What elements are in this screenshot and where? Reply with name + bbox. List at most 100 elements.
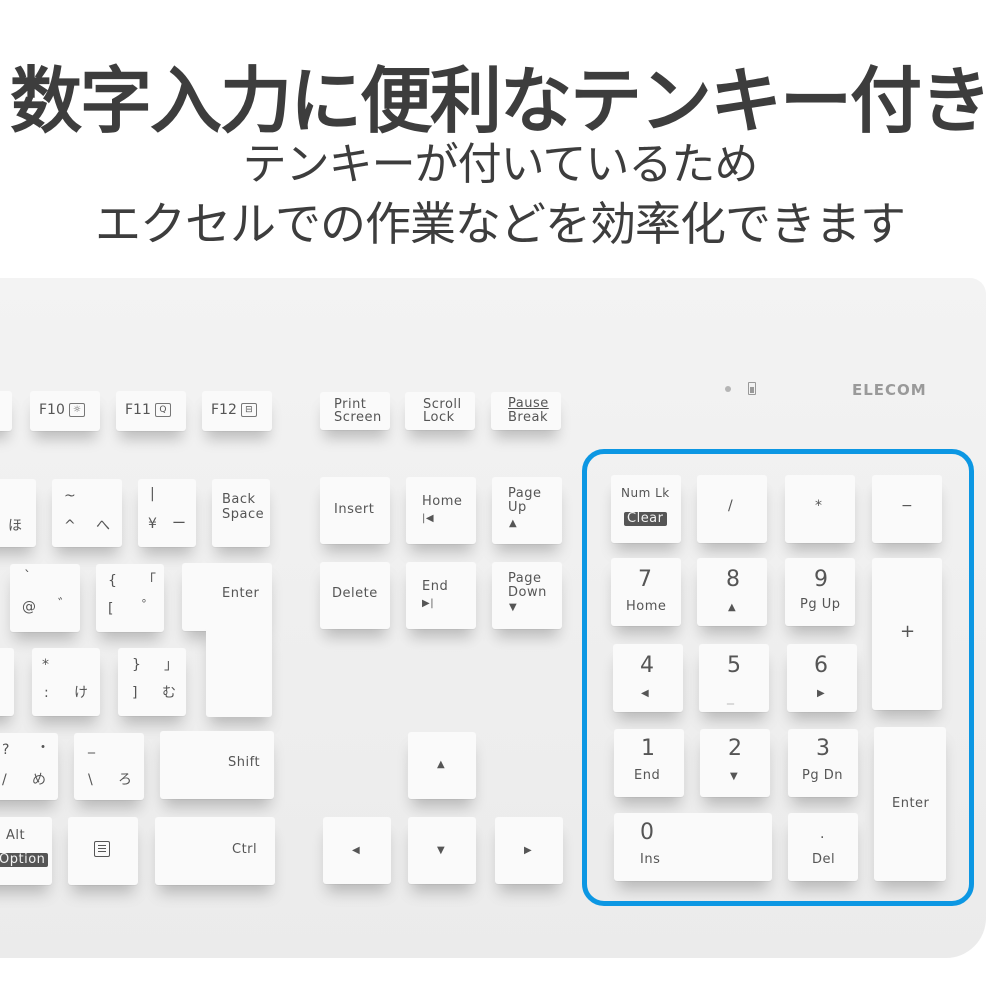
key-label: }: [132, 657, 141, 673]
key-multiply[interactable]: *: [785, 475, 855, 543]
key-digit: 4: [640, 653, 654, 678]
key-numlock[interactable]: Num Lk Clear: [611, 475, 681, 543]
key-label: F12: [211, 402, 237, 418]
key-label: ー: [172, 516, 186, 532]
key-at[interactable]: ` @ ゛: [10, 564, 80, 632]
key-bracket[interactable]: { 「 [ ゜: [96, 564, 164, 632]
key-backslash[interactable]: _ \ ろ: [74, 733, 144, 800]
key-label: ろ: [118, 772, 132, 788]
key-page-up[interactable]: Page Up ▲: [492, 477, 562, 544]
key-enter-main-lower[interactable]: [206, 625, 272, 717]
key-num-6[interactable]: 6 ▶: [787, 644, 857, 712]
key-rbracket[interactable]: } 」 ] む: [118, 648, 186, 716]
key-arrow-left[interactable]: ◀: [323, 817, 391, 884]
key-digit: .: [820, 826, 825, 842]
key-scroll-lock[interactable]: Scroll Lock: [405, 392, 475, 430]
key-label: Up: [508, 500, 527, 515]
key-minus[interactable]: −: [872, 475, 942, 543]
search-icon: Q: [154, 403, 171, 417]
key-num-2[interactable]: 2 ▼: [700, 729, 770, 797]
key-colon[interactable]: * : け: [32, 648, 100, 716]
key-label: け: [74, 685, 88, 701]
brightness-icon: ☼: [68, 403, 85, 417]
home-bump-icon: _: [727, 689, 734, 705]
key-end[interactable]: End ▶|: [406, 562, 476, 629]
key-label: {: [108, 573, 117, 589]
key-f11[interactable]: F11 Q: [116, 391, 186, 431]
key-num-3[interactable]: 3 Pg Dn: [788, 729, 858, 797]
key-label: Insert: [334, 502, 375, 517]
key-insert[interactable]: Insert: [320, 477, 390, 544]
key-num-8[interactable]: 8 ▲: [697, 558, 767, 626]
key-digit: 6: [814, 653, 828, 678]
key-slash[interactable]: ? ・ / め: [0, 733, 58, 800]
key-arrow-down[interactable]: ▼: [408, 817, 476, 884]
headline-subtitle-1: テンキーが付いているため: [242, 139, 759, 190]
key-label: ?: [2, 742, 10, 758]
key-ho[interactable]: ほ: [0, 479, 36, 547]
key-label: Enter: [892, 796, 930, 811]
key-digit: 5: [727, 653, 741, 678]
key-digit: 8: [726, 567, 740, 592]
up-triangle-icon: ▲: [509, 518, 518, 529]
key-num-enter[interactable]: Enter: [874, 727, 946, 881]
key-label: Pg Dn: [802, 768, 843, 783]
key-label: \: [88, 772, 93, 788]
key-enter-main[interactable]: Enter: [182, 563, 272, 631]
key-label: _: [88, 738, 95, 754]
key-label: Alt: [6, 828, 26, 843]
key-label: :: [44, 685, 49, 701]
key-f12[interactable]: F12 ⊟: [202, 391, 272, 431]
key-num-0[interactable]: 0 Ins: [614, 813, 772, 881]
key-label: ほ: [8, 518, 22, 534]
key-label: Pg Up: [800, 597, 841, 612]
key-label: Home: [422, 494, 463, 509]
key-alt-option[interactable]: Alt Option: [0, 817, 52, 885]
key-delete[interactable]: Delete: [320, 562, 390, 629]
key-num-5[interactable]: 5 _: [699, 644, 769, 712]
key-plus[interactable]: +: [872, 558, 942, 710]
key-divide[interactable]: /: [697, 475, 767, 543]
key-label: Back: [222, 492, 256, 507]
key-num-7[interactable]: 7 Home: [611, 558, 681, 626]
key-label: Num Lk: [621, 486, 670, 500]
key-home[interactable]: Home |◀: [406, 477, 476, 544]
key-num-4[interactable]: 4 ◀: [613, 644, 683, 712]
key-ctrl-right[interactable]: Ctrl: [155, 817, 275, 885]
headline-subtitle-2: エクセルでの作業などを効率化できます: [95, 197, 906, 251]
key-label: ゜: [142, 599, 156, 615]
key-arrow-right[interactable]: ▶: [495, 817, 563, 884]
key-label: ]: [132, 685, 138, 701]
key-label: End: [634, 768, 661, 783]
key-f10[interactable]: F10 ☼: [30, 391, 100, 431]
key-f9-partial[interactable]: [0, 391, 12, 431]
right-triangle-icon: ▶: [817, 688, 825, 699]
key-digit: 7: [638, 567, 652, 592]
key-num-decimal[interactable]: . Del: [788, 813, 858, 881]
key-partial-left[interactable]: [0, 648, 14, 716]
key-backspace[interactable]: Back Space: [212, 479, 270, 547]
key-menu[interactable]: [68, 817, 138, 885]
key-print-screen[interactable]: Print Screen: [320, 392, 390, 430]
key-num-9[interactable]: 9 Pg Up: [785, 558, 855, 626]
key-label: −: [901, 498, 913, 514]
key-arrow-up[interactable]: ▲: [408, 732, 476, 799]
status-led-icon: [725, 386, 731, 392]
key-pause-break[interactable]: Pause Break: [491, 392, 561, 430]
key-label: F10: [39, 402, 65, 418]
up-triangle-icon: ▲: [728, 602, 736, 613]
key-label: Del: [812, 852, 836, 867]
key-num-1[interactable]: 1 End: [614, 729, 684, 797]
key-yen[interactable]: | ¥ ー: [138, 479, 196, 547]
key-caret[interactable]: ~ ^ へ: [52, 479, 122, 547]
key-digit: 3: [816, 736, 830, 761]
key-digit: 9: [814, 567, 828, 592]
key-label: ¥: [148, 516, 157, 532]
key-label: Ctrl: [232, 842, 258, 857]
key-label: め: [32, 772, 46, 788]
key-label: /: [728, 498, 733, 514]
key-page-down[interactable]: Page Down ▼: [492, 562, 562, 629]
key-shift-right[interactable]: Shift: [160, 731, 274, 799]
key-label: Delete: [332, 586, 378, 601]
key-label: む: [162, 685, 176, 701]
